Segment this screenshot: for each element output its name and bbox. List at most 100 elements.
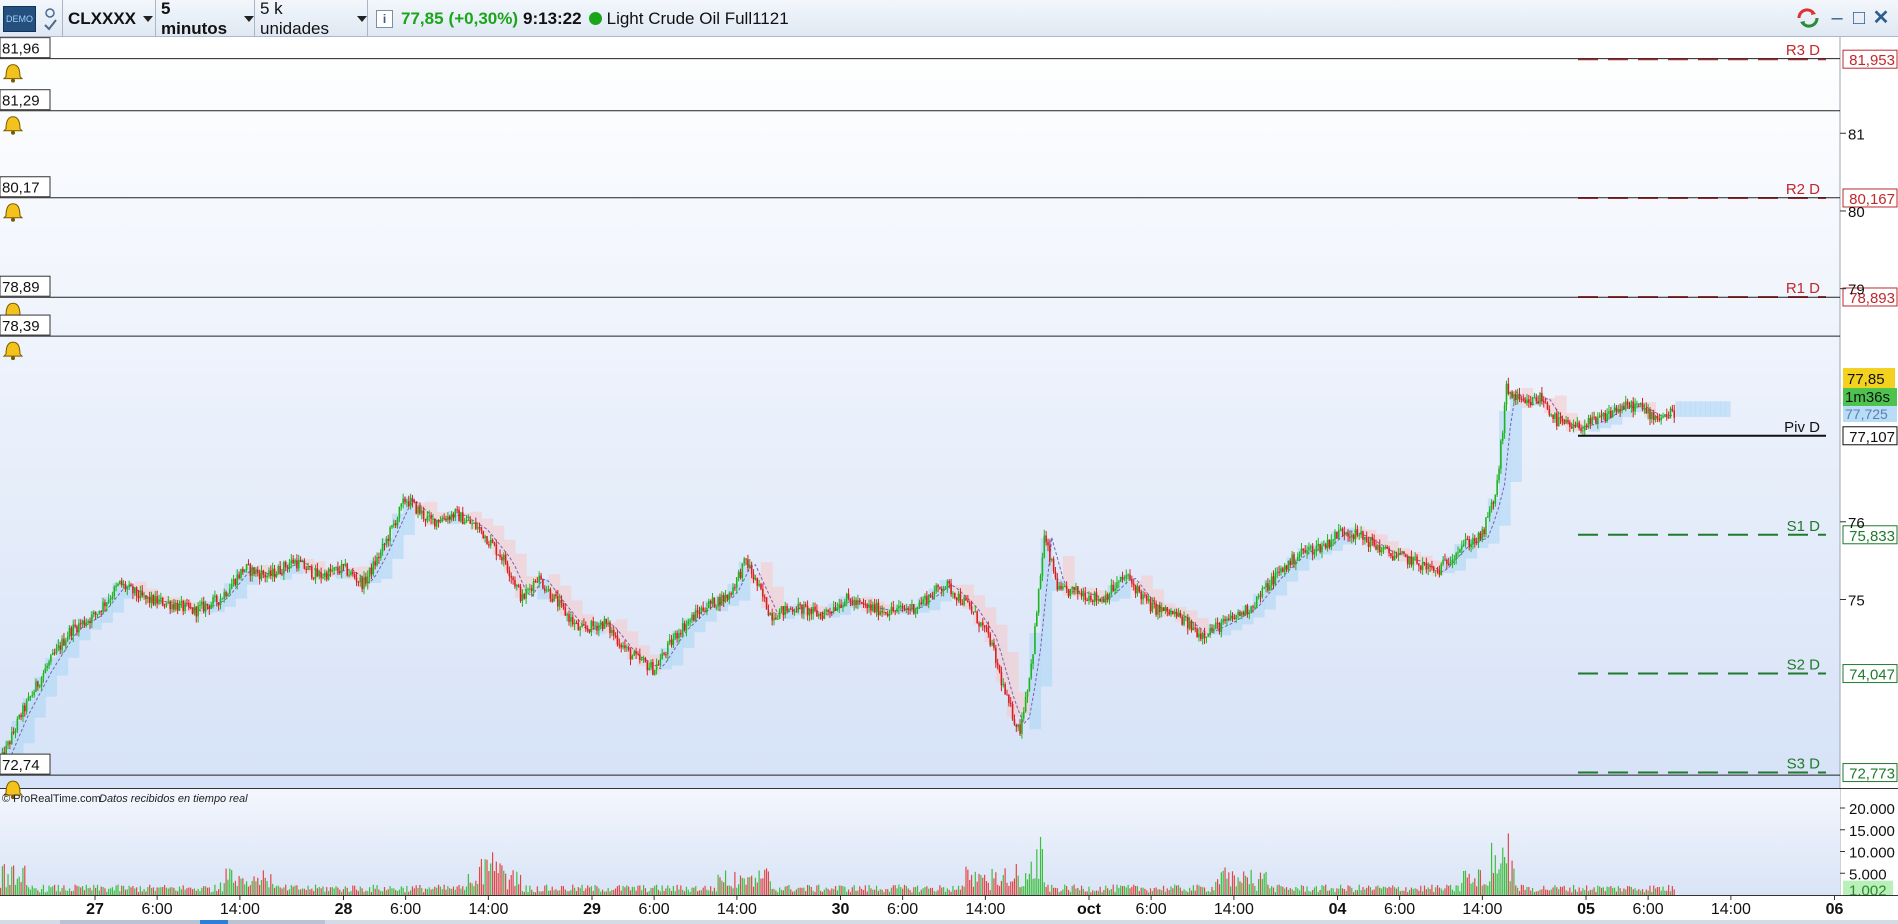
- candle-body: [1419, 565, 1422, 570]
- candle-body: [1009, 702, 1012, 705]
- time-tick-label: 28: [335, 901, 353, 918]
- time-tick-label: 6:00: [639, 901, 670, 918]
- volume-bar: [68, 888, 71, 895]
- volume-bar: [833, 889, 835, 895]
- volume-bar: [1509, 881, 1511, 895]
- candle-body: [1043, 535, 1046, 558]
- candle-body: [741, 563, 744, 579]
- candle-body: [968, 602, 971, 607]
- units-selector[interactable]: 5 k unidades: [255, 0, 368, 38]
- candle-body: [283, 561, 285, 575]
- cloud-segment: [1680, 401, 1686, 417]
- candle-body: [1557, 417, 1560, 427]
- symbol-selector[interactable]: CLXXXX: [63, 0, 156, 37]
- volume-bar: [424, 888, 427, 895]
- volume-bar: [1362, 887, 1364, 895]
- volume-tick-label: 15.000: [1849, 823, 1895, 840]
- candle-body: [808, 608, 811, 616]
- candle-body: [857, 600, 859, 605]
- volume-bar: [245, 881, 248, 895]
- volume-bar: [126, 889, 128, 895]
- candle-body: [406, 501, 408, 503]
- volume-bar: [948, 889, 950, 895]
- candle-body: [1472, 538, 1474, 545]
- volume-bar: [255, 881, 257, 895]
- candle-body: [698, 612, 701, 614]
- scrollbar-thumb[interactable]: [60, 920, 325, 924]
- chevron-down-icon: [143, 15, 154, 22]
- candle-body: [1615, 407, 1618, 412]
- volume-bar: [454, 889, 456, 895]
- volume-bar: [1446, 884, 1448, 895]
- volume-bar: [568, 891, 570, 895]
- scrollbar-marker[interactable]: [200, 920, 228, 924]
- volume-bar: [242, 878, 244, 895]
- candle-body: [223, 592, 226, 599]
- candle-body: [1291, 554, 1293, 566]
- volume-bar: [998, 886, 1001, 895]
- candle-body: [1317, 543, 1320, 547]
- volume-bar: [348, 891, 350, 895]
- volume-bar: [659, 891, 661, 895]
- volume-bar: [1384, 886, 1386, 895]
- volume-bar: [1144, 888, 1146, 895]
- timeframe-selector[interactable]: 5 minutos: [156, 0, 255, 38]
- candle-body: [1399, 552, 1402, 554]
- volume-bar: [1010, 881, 1012, 895]
- volume-bar: [1032, 878, 1034, 895]
- candle-body: [158, 599, 160, 604]
- close-button[interactable]: ✕: [1871, 7, 1891, 29]
- volume-bar: [1427, 887, 1429, 895]
- candle-body: [1101, 598, 1103, 602]
- volume-bar: [1556, 887, 1558, 895]
- candle-body: [1570, 426, 1573, 429]
- candle-body: [1656, 415, 1659, 419]
- candle-body: [901, 605, 904, 609]
- candle-body: [965, 597, 967, 601]
- volume-bar: [1517, 887, 1519, 895]
- link-icon[interactable]: [42, 6, 58, 32]
- volume-bar: [1019, 887, 1021, 895]
- candle-body: [262, 570, 265, 575]
- volume-bar: [721, 880, 723, 895]
- volume-bar: [1114, 891, 1116, 895]
- volume-bar: [641, 890, 643, 895]
- volume-bar: [1261, 878, 1263, 895]
- link-icon-cell[interactable]: [37, 0, 63, 37]
- candle-body: [363, 576, 365, 590]
- candle-body: [1242, 612, 1245, 615]
- candle-body: [618, 644, 621, 646]
- volume-bar: [1479, 870, 1481, 895]
- volume-bar: [1194, 890, 1196, 895]
- candle-body: [1121, 576, 1124, 580]
- volume-bar: [1170, 886, 1172, 895]
- candle-body: [1516, 394, 1519, 400]
- volume-bar: [162, 887, 164, 895]
- minimize-button[interactable]: –: [1827, 7, 1847, 29]
- maximize-button[interactable]: □: [1849, 7, 1869, 29]
- candle-body: [1528, 399, 1530, 402]
- volume-bar: [648, 891, 650, 895]
- volume-bar: [1272, 887, 1275, 895]
- volume-bar: [367, 891, 369, 895]
- volume-bar: [279, 887, 281, 895]
- candle-body: [653, 670, 656, 675]
- sync-icon[interactable]: [1795, 6, 1821, 30]
- candle-body: [1382, 547, 1385, 551]
- volume-bar: [1429, 889, 1431, 895]
- volume-bar: [603, 891, 606, 895]
- candle-body: [400, 503, 403, 507]
- volume-bar: [529, 885, 531, 895]
- candle-body: [1451, 559, 1454, 563]
- candle-body: [232, 579, 235, 585]
- candle-body: [1078, 592, 1081, 594]
- candle-body: [1190, 620, 1193, 631]
- volume-bar: [546, 884, 548, 895]
- chart-area[interactable]: R3 D81,953R2 D80,167R1 D78,893Piv D77,10…: [0, 37, 1898, 924]
- info-icon[interactable]: i: [376, 9, 393, 28]
- candle-body: [972, 611, 975, 613]
- candle-body: [1658, 418, 1661, 421]
- candle-body: [659, 659, 662, 666]
- candle-body: [707, 600, 710, 609]
- candle-body: [1425, 563, 1428, 570]
